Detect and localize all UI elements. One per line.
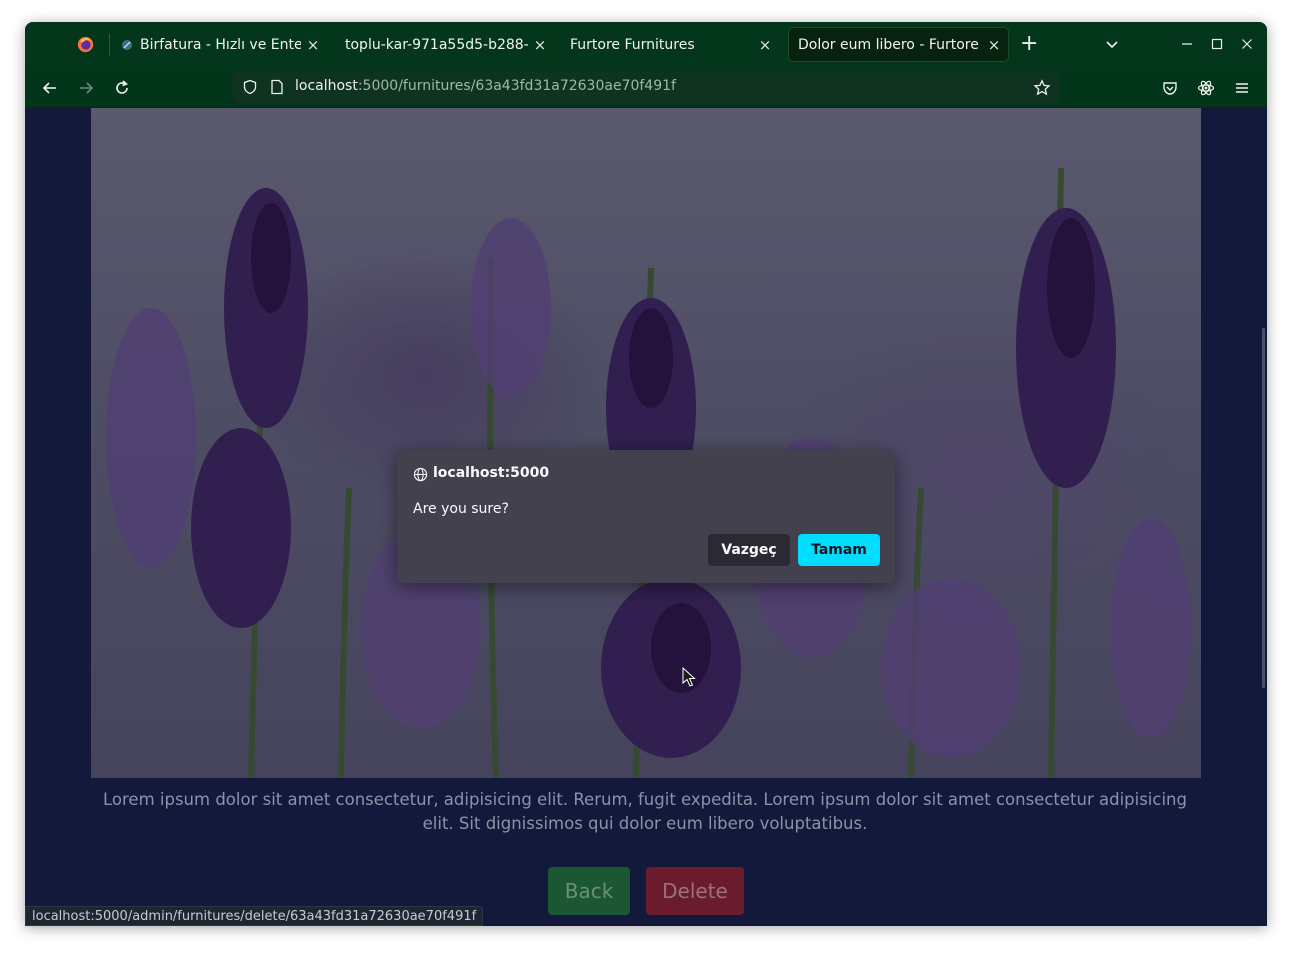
url-text[interactable]: localhost:5000/furnitures/63a43fd31a7263… [295,78,676,94]
tab-furtore-furnitures[interactable]: Furtore Furnitures × [561,27,779,62]
chevron-down-icon[interactable] [1104,36,1120,52]
address-bar[interactable]: localhost:5000/furnitures/63a43fd31a7263… [233,72,1059,103]
react-devtools-icon[interactable] [1197,79,1215,97]
cancel-button[interactable]: Vazgeç [708,534,790,566]
link-status-bar: localhost:5000/admin/furnitures/delete/6… [25,906,484,926]
tab-label: Furtore Furnitures [570,36,695,53]
maximize-icon[interactable] [1209,36,1225,52]
ok-button[interactable]: Tamam [798,534,880,566]
pocket-icon[interactable] [1161,79,1179,97]
forward-arrow-icon[interactable] [77,79,95,97]
bookmark-star-icon[interactable] [1033,79,1051,97]
tab-birfatura[interactable]: Birfatura - Hızlı ve Entegre × [111,27,327,62]
tab-toplu-kar[interactable]: toplu-kar-971a55d5-b288-4c × [336,27,554,62]
reload-icon[interactable] [113,79,131,97]
firefox-logo-icon[interactable] [77,36,94,53]
dialog-origin: localhost:5000 [433,465,550,481]
mouse-cursor-icon [682,667,696,687]
confirm-dialog: localhost:5000 Are you sure? Vazgeç Tama… [397,450,895,583]
new-tab-icon[interactable]: + [1020,33,1038,55]
tab-label: Birfatura - Hızlı ve Entegre [140,36,301,53]
dialog-message: Are you sure? [413,501,509,517]
page-info-icon[interactable] [270,79,284,95]
minimize-icon[interactable] [1179,36,1195,52]
back-arrow-icon[interactable] [41,79,59,97]
tracking-protection-shield-icon[interactable] [242,79,258,95]
url-path: :5000/furnitures/63a43fd31a72630ae70f491… [357,78,676,94]
hamburger-menu-icon[interactable] [1233,79,1251,97]
browser-window: Birfatura - Hızlı ve Entegre × toplu-kar… [25,22,1267,926]
navigation-bar: localhost:5000/furnitures/63a43fd31a7263… [25,67,1267,108]
furniture-image [91,108,1201,778]
tab-close-icon[interactable]: × [305,36,321,54]
tab-label: toplu-kar-971a55d5-b288-4c [345,36,528,53]
tab-separator [109,34,110,56]
delete-button[interactable]: Delete [646,867,744,915]
page-content: Lorem ipsum dolor sit amet consectetur, … [25,108,1267,926]
birfatura-favicon-icon [122,39,132,50]
tab-close-icon[interactable]: × [986,36,1002,54]
back-button[interactable]: Back [548,867,630,915]
window-close-icon[interactable] [1239,36,1255,52]
url-host: localhost [295,78,358,94]
tab-close-icon[interactable]: × [757,36,773,54]
modal-overlay [91,108,1201,778]
globe-icon [413,467,428,482]
furniture-description: Lorem ipsum dolor sit amet consectetur, … [103,790,1187,833]
tab-strip: Birfatura - Hızlı ve Entegre × toplu-kar… [25,22,1267,67]
scrollbar[interactable] [1262,328,1265,688]
tab-dolor-eum-libero[interactable]: Dolor eum libero - Furtore × [788,27,1009,62]
tab-close-icon[interactable]: × [532,36,548,54]
tab-label: Dolor eum libero - Furtore [798,36,979,53]
